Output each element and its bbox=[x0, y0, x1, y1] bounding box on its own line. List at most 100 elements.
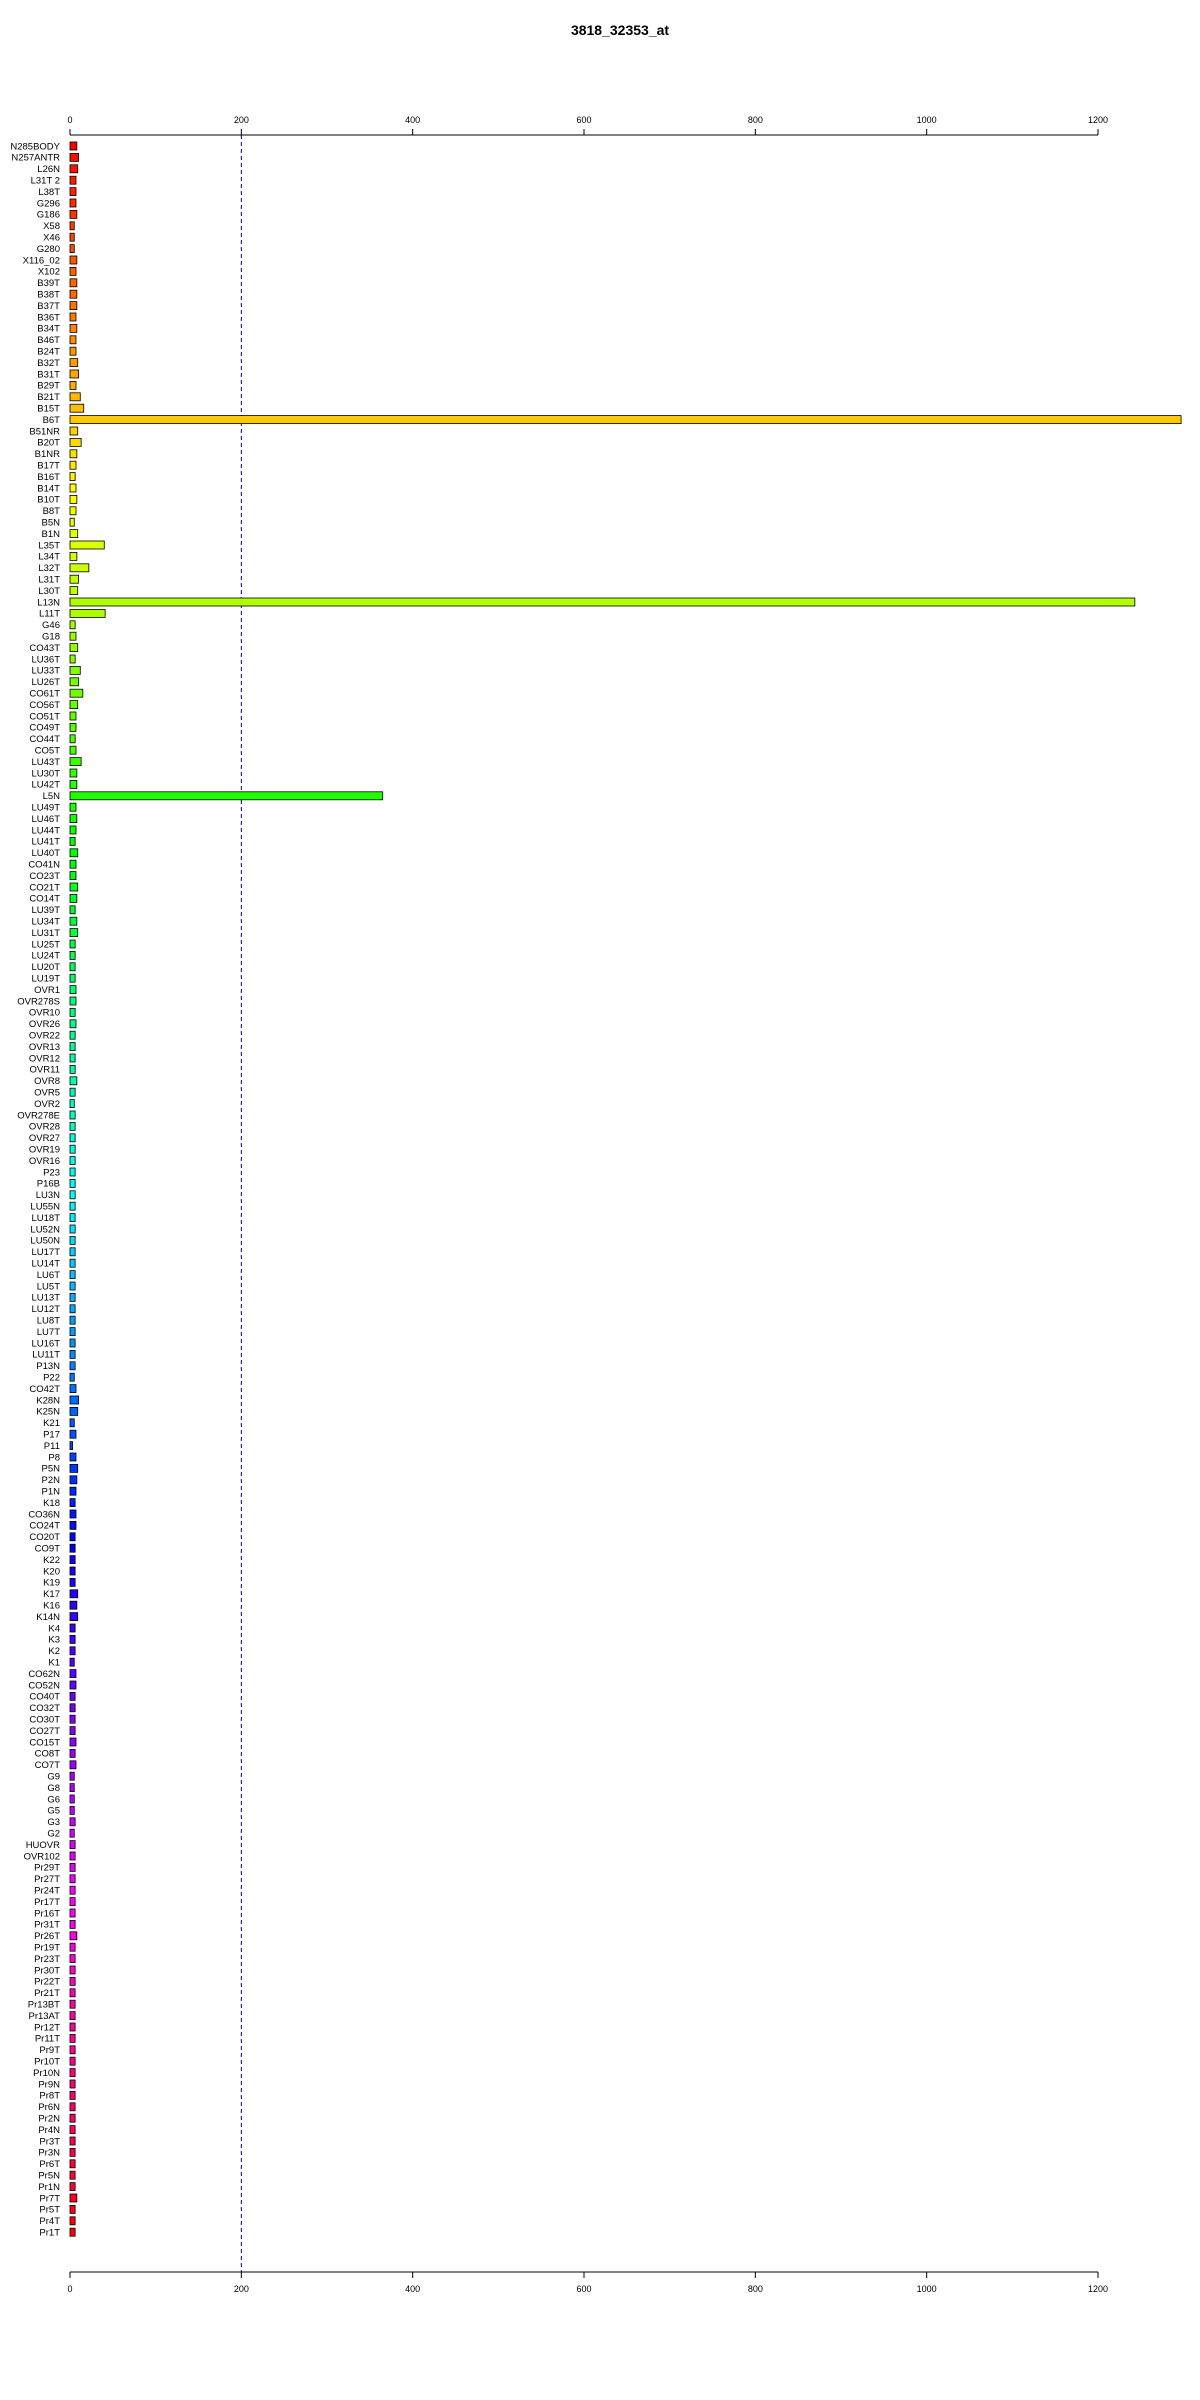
bar-b36t bbox=[69, 312, 77, 322]
bar-g296 bbox=[69, 198, 77, 208]
bar-l11t bbox=[69, 609, 106, 618]
category-label: P1N bbox=[42, 1487, 61, 1498]
bar-g186 bbox=[69, 209, 78, 219]
bar-l31t-2 bbox=[69, 175, 77, 185]
bar-lu30t bbox=[69, 768, 78, 778]
bar-co62n bbox=[69, 1669, 77, 1678]
bar-lu24t bbox=[69, 951, 76, 960]
bar-pr5n bbox=[69, 2170, 76, 2180]
category-label: CO40T bbox=[29, 1692, 60, 1703]
category-label: Pr13BT bbox=[28, 2000, 60, 2011]
bar-ovr2 bbox=[69, 1099, 75, 1108]
category-label: G2 bbox=[47, 1829, 60, 1840]
bar-lu43t bbox=[69, 757, 82, 766]
bar-p5n bbox=[69, 1464, 79, 1473]
bar-k20 bbox=[69, 1566, 76, 1576]
bar-co9t bbox=[69, 1543, 76, 1553]
bar-lu42t bbox=[69, 780, 78, 789]
category-label: B37T bbox=[37, 301, 60, 312]
category-label: Pr29T bbox=[34, 1863, 60, 1874]
bar-x116-02 bbox=[69, 255, 78, 265]
bar-lu17t bbox=[69, 1247, 76, 1257]
category-label: K17 bbox=[43, 1589, 60, 1600]
bar-l13n bbox=[69, 597, 1136, 607]
category-label: G186 bbox=[37, 210, 60, 221]
category-label: K1 bbox=[48, 1658, 60, 1669]
bar-k22 bbox=[69, 1555, 76, 1564]
bar-b10t bbox=[69, 494, 78, 504]
category-label: P22 bbox=[43, 1373, 60, 1384]
bar-lu13t bbox=[69, 1293, 76, 1302]
category-label: K2 bbox=[48, 1646, 60, 1657]
bar-ovr12 bbox=[69, 1053, 76, 1063]
category-label: OVR10 bbox=[29, 1008, 60, 1019]
bar-pr22t bbox=[69, 1977, 76, 1986]
bar-pr9t bbox=[69, 2045, 76, 2055]
category-label: CO42T bbox=[29, 1384, 60, 1395]
bar-k28n bbox=[69, 1395, 79, 1405]
category-label: Pr1N bbox=[38, 2182, 60, 2193]
category-label: G46 bbox=[42, 620, 60, 631]
category-label: OVR22 bbox=[29, 1031, 60, 1042]
category-label: LU17T bbox=[31, 1247, 60, 1258]
bar-ovr278e bbox=[69, 1110, 76, 1120]
category-label: CO21T bbox=[29, 882, 60, 893]
bar-lu55n bbox=[69, 1201, 76, 1211]
category-label: OVR1 bbox=[34, 985, 60, 996]
bar-ovr10 bbox=[69, 1008, 76, 1017]
bar-p8 bbox=[69, 1452, 77, 1462]
category-label: K25N bbox=[36, 1407, 60, 1418]
bar-ovr28 bbox=[69, 1122, 76, 1131]
category-label: LU8T bbox=[37, 1316, 60, 1327]
bar-lu26t bbox=[69, 677, 79, 687]
bar-pr13at bbox=[69, 2011, 76, 2020]
category-label: LU19T bbox=[31, 974, 60, 985]
bar-ovr11 bbox=[69, 1065, 76, 1074]
bar-pr6t bbox=[69, 2159, 76, 2169]
category-label: P13N bbox=[36, 1361, 60, 1372]
category-label: LU40T bbox=[31, 848, 60, 859]
bar-g280 bbox=[69, 244, 75, 254]
bar-b46t bbox=[69, 335, 77, 345]
bar-lu40t bbox=[69, 848, 79, 858]
category-label: OVR11 bbox=[30, 1065, 60, 1076]
category-label: OVR278E bbox=[17, 1110, 60, 1121]
bar-pr26t bbox=[69, 1931, 78, 1941]
category-label: G18 bbox=[42, 632, 60, 643]
bar-g6 bbox=[69, 1794, 75, 1804]
category-label: B1N bbox=[42, 529, 61, 540]
bar-b31t bbox=[69, 369, 79, 379]
category-label: CO24T bbox=[29, 1521, 60, 1532]
category-label: L30T bbox=[38, 586, 60, 597]
bar-chart: 0 200 400 600 800 1000 1200 0 200 400 600 800 1000 12… bbox=[10, 115, 1182, 2294]
category-label: LU14T bbox=[31, 1259, 60, 1270]
category-label: LU24T bbox=[31, 951, 60, 962]
bar-k21 bbox=[69, 1418, 75, 1428]
category-label: OVR278S bbox=[17, 996, 60, 1007]
bar-co41n bbox=[69, 859, 77, 869]
category-label: B16T bbox=[37, 472, 60, 483]
category-label: B6T bbox=[43, 415, 61, 426]
category-label: Pr21T bbox=[34, 1988, 60, 1999]
category-label: LU41T bbox=[31, 837, 60, 848]
bar-lu50n bbox=[69, 1236, 76, 1245]
bar-b51nr bbox=[69, 426, 79, 436]
category-label: K3 bbox=[48, 1635, 60, 1646]
category-label: CO56T bbox=[29, 700, 60, 711]
bar-lu39t bbox=[69, 905, 76, 915]
category-label: L38T bbox=[38, 187, 60, 198]
bar-pr13bt bbox=[69, 1999, 76, 2009]
bar-k25n bbox=[69, 1407, 79, 1416]
bar-pr21t bbox=[69, 1988, 76, 1998]
category-label: B46T bbox=[37, 335, 60, 346]
bar-lu12t bbox=[69, 1304, 76, 1314]
bar-k3 bbox=[69, 1635, 76, 1644]
category-label: Pr3N bbox=[38, 2148, 60, 2159]
bar-pr4t bbox=[69, 2216, 76, 2226]
category-label: LU20T bbox=[31, 962, 60, 973]
category-label: B15T bbox=[37, 404, 60, 415]
bar-co51t bbox=[69, 711, 77, 721]
bar-lu7t bbox=[69, 1327, 76, 1336]
category-label: Pr4T bbox=[39, 2216, 60, 2227]
bar-pr3n bbox=[69, 2147, 76, 2157]
